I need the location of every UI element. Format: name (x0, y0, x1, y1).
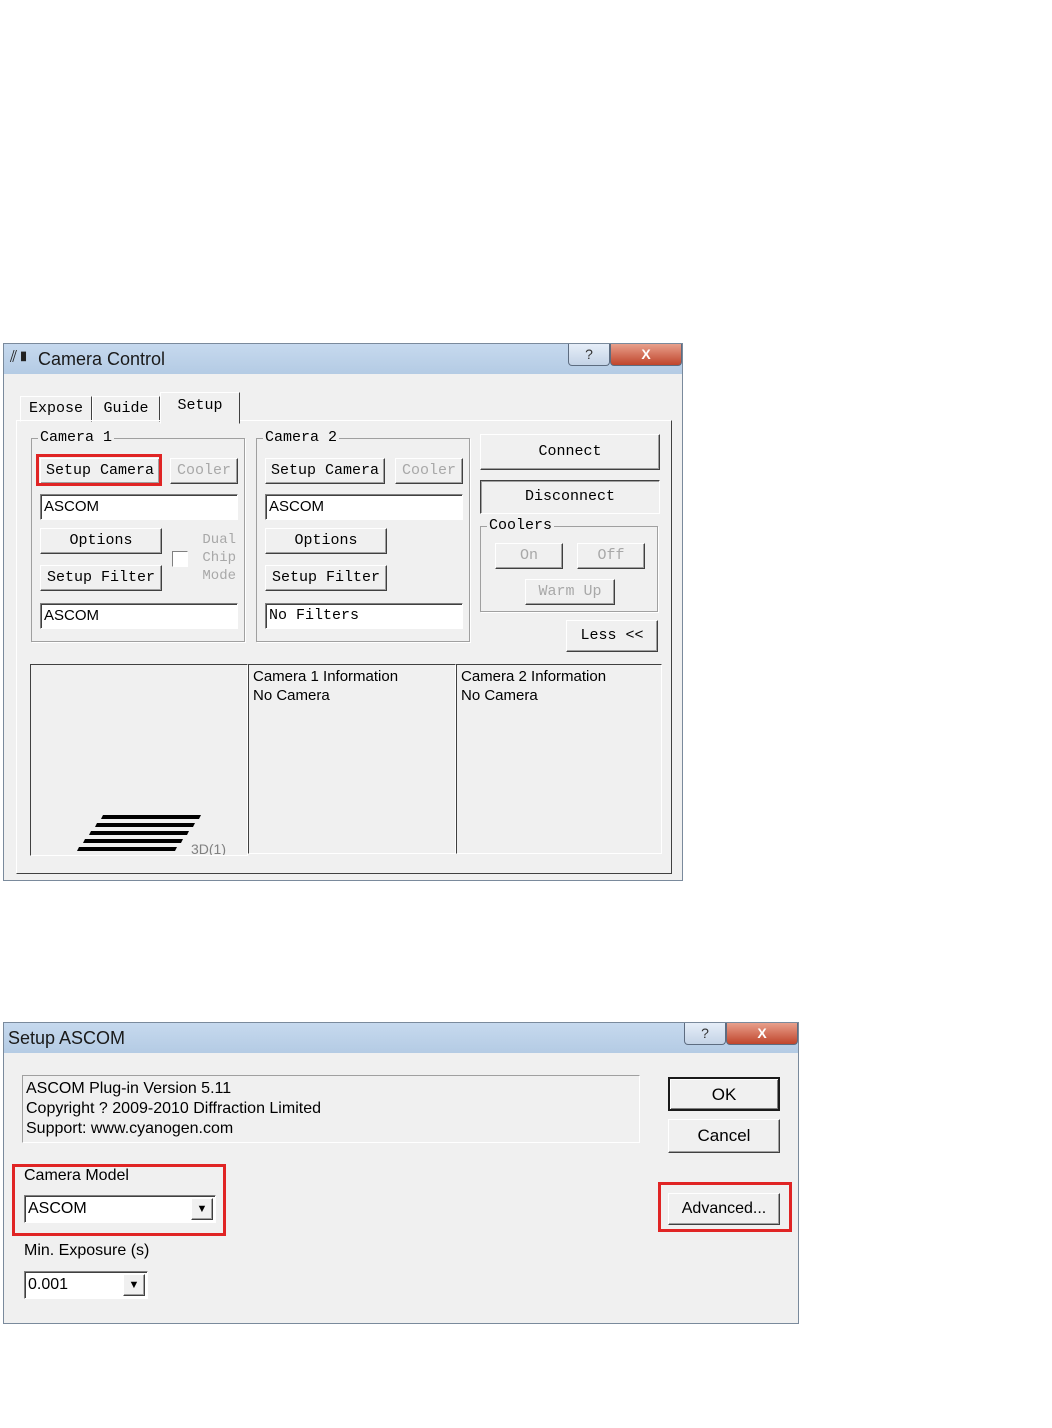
dual-chip-mode-label: Dual Chip Mode (192, 531, 236, 585)
camera2-setup-camera-button[interactable]: Setup Camera (265, 458, 385, 484)
camera2-info-title: Camera 2 Information (461, 668, 607, 685)
tab-setup-label: Setup (177, 397, 223, 414)
min-exposure-label: Min. Exposure (s) (24, 1242, 150, 1259)
coolers-group: Coolers On Off Warm Up (480, 517, 658, 612)
less-button[interactable]: Less << (566, 620, 658, 652)
camera2-info-status: No Camera (461, 687, 538, 704)
camera1-camera-field: ASCOM (40, 494, 238, 520)
tab-expose[interactable]: Expose (20, 396, 92, 422)
highlight-camera-model (12, 1164, 226, 1236)
camera1-setup-filter-button[interactable]: Setup Filter (40, 565, 162, 591)
logo-panel: 3D(1) (30, 664, 248, 856)
plugin-copyright: Copyright ? 2009-2010 Diffraction Limite… (26, 1100, 321, 1117)
min-exposure-select[interactable]: 0.001 ▼ (24, 1271, 148, 1299)
ascom-help-button[interactable]: ? (684, 1023, 726, 1045)
tab-expose-label: Expose (28, 400, 83, 417)
camera2-group-label: Camera 2 (263, 429, 340, 446)
logo-text: 3D(1) (191, 841, 227, 856)
camera-control-window: ⫽▮ Camera Control ? X Expose Guide Setup… (3, 343, 683, 881)
cooler-on-button[interactable]: On (495, 543, 563, 569)
camera-control-titlebar: ⫽▮ Camera Control ? X (4, 344, 682, 374)
dual-chip-label-line3: Mode (202, 568, 236, 584)
chevron-down-icon: ▼ (128, 1279, 140, 1291)
tab-strip: Expose Guide Setup (20, 392, 240, 424)
plugin-support: Support: www.cyanogen.com (26, 1120, 234, 1137)
camera1-filter-field: ASCOM (40, 603, 238, 629)
setup-ascom-title: Setup ASCOM (8, 1028, 126, 1048)
tab-guide-label: Guide (103, 400, 149, 417)
camera2-filter-field: No Filters (265, 603, 463, 629)
dual-chip-label-line2: Chip (202, 550, 236, 566)
camera1-cooler-button[interactable]: Cooler (170, 458, 238, 484)
camera1-group-label: Camera 1 (38, 429, 115, 446)
setup-ascom-window: Setup ASCOM ? X ASCOM Plug-in Version 5.… (3, 1022, 799, 1324)
camera1-info-panel: Camera 1 Information No Camera (248, 664, 456, 854)
close-button[interactable]: X (610, 344, 682, 366)
highlight-setup-camera (36, 454, 162, 486)
camera2-camera-field: ASCOM (265, 494, 463, 520)
camera1-info-title: Camera 1 Information (253, 668, 399, 685)
dual-chip-label-line1: Dual (202, 532, 236, 548)
setup-ascom-titlebar: Setup ASCOM ? X (4, 1023, 798, 1053)
ascom-close-button[interactable]: X (726, 1023, 798, 1045)
connect-button[interactable]: Connect (480, 434, 660, 470)
camera1-options-button[interactable]: Options (40, 528, 162, 554)
camera2-setup-filter-button[interactable]: Setup Filter (265, 565, 387, 591)
plugin-version: ASCOM Plug-in Version 5.11 (26, 1080, 232, 1097)
coolers-group-label: Coolers (487, 517, 555, 534)
tab-guide[interactable]: Guide (92, 396, 160, 422)
app-icon: ⫽▮ (10, 349, 30, 366)
dual-chip-checkbox[interactable] (172, 551, 188, 567)
cooler-off-button[interactable]: Off (577, 543, 645, 569)
disconnect-button[interactable]: Disconnect (480, 480, 660, 514)
page: { "camera_control": { "title": "Camera C… (0, 0, 1052, 1428)
camera2-info-panel: Camera 2 Information No Camera (456, 664, 662, 854)
min-exposure-dropdown-button[interactable]: ▼ (123, 1274, 145, 1296)
tab-setup[interactable]: Setup (160, 392, 240, 424)
camera2-options-button[interactable]: Options (265, 528, 387, 554)
window-title: Camera Control (38, 349, 166, 369)
camera1-info-status: No Camera (253, 687, 330, 704)
min-exposure-value: 0.001 (28, 1276, 69, 1293)
warm-up-button[interactable]: Warm Up (525, 579, 615, 605)
ok-button[interactable]: OK (668, 1077, 780, 1111)
cancel-button[interactable]: Cancel (668, 1119, 780, 1153)
camera2-group: Camera 2 Setup Camera Cooler ASCOM Optio… (256, 429, 470, 642)
plugin-info-box: ASCOM Plug-in Version 5.11 Copyright ? 2… (22, 1075, 640, 1143)
highlight-advanced (658, 1182, 792, 1232)
logo-icon (77, 815, 201, 851)
help-button[interactable]: ? (568, 344, 610, 366)
camera2-cooler-button[interactable]: Cooler (395, 458, 463, 484)
